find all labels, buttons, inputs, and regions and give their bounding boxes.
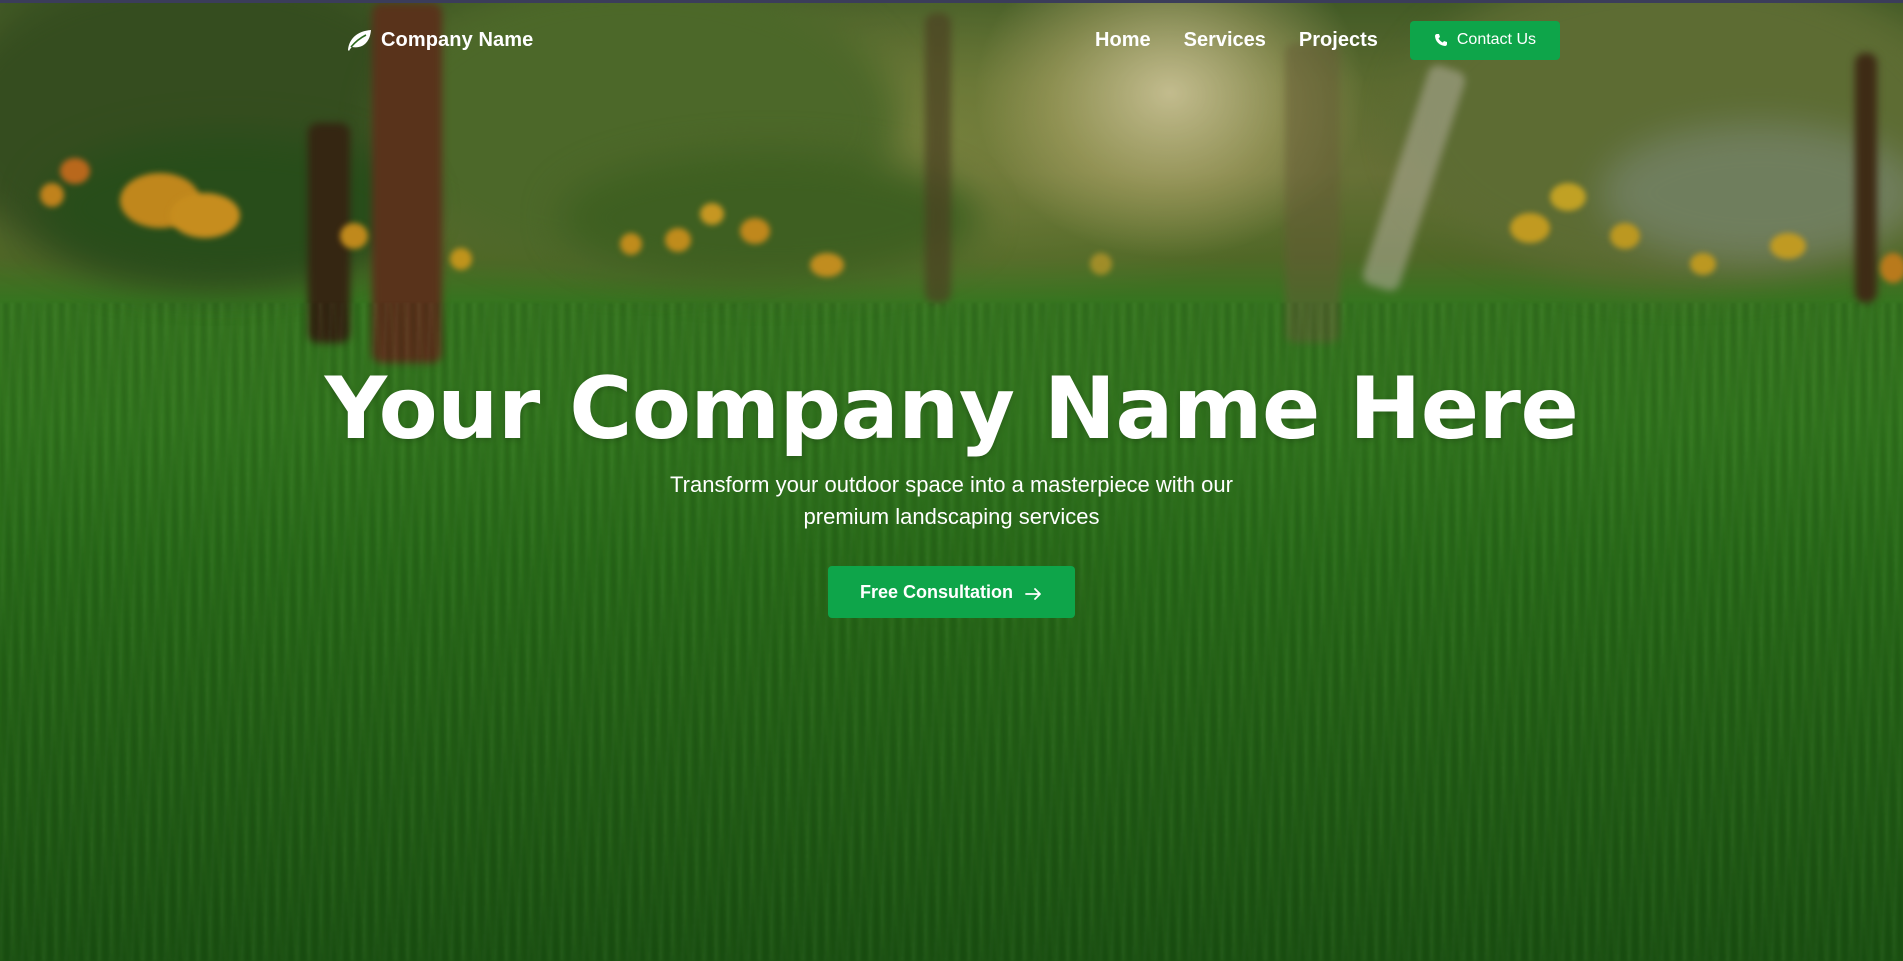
hero-section: Your Company Name Here Transform your ou… bbox=[0, 359, 1903, 618]
nav-link-services[interactable]: Services bbox=[1184, 29, 1266, 52]
page: Company Name Home Services Projects Cont… bbox=[0, 0, 1903, 961]
free-consultation-label: Free Consultation bbox=[859, 581, 1013, 602]
arrow-right-icon bbox=[1025, 585, 1043, 600]
top-navigation: Company Name Home Services Projects Cont… bbox=[345, 20, 1560, 60]
contact-us-button[interactable]: Contact Us bbox=[1409, 20, 1560, 60]
brand-logo-link[interactable]: Company Name bbox=[345, 27, 533, 53]
nav-link-home[interactable]: Home bbox=[1095, 29, 1151, 52]
brand-name: Company Name bbox=[381, 28, 534, 51]
leaf-icon bbox=[345, 27, 373, 53]
contact-us-label: Contact Us bbox=[1456, 31, 1536, 48]
free-consultation-button[interactable]: Free Consultation bbox=[827, 566, 1075, 618]
nav-links: Home Services Projects Contact Us bbox=[1095, 20, 1560, 60]
hero-title: Your Company Name Here bbox=[324, 359, 1579, 459]
hero-subtitle: Transform your outdoor space into a mast… bbox=[670, 472, 1233, 529]
phone-icon bbox=[1434, 33, 1448, 47]
nav-link-projects[interactable]: Projects bbox=[1299, 29, 1378, 52]
